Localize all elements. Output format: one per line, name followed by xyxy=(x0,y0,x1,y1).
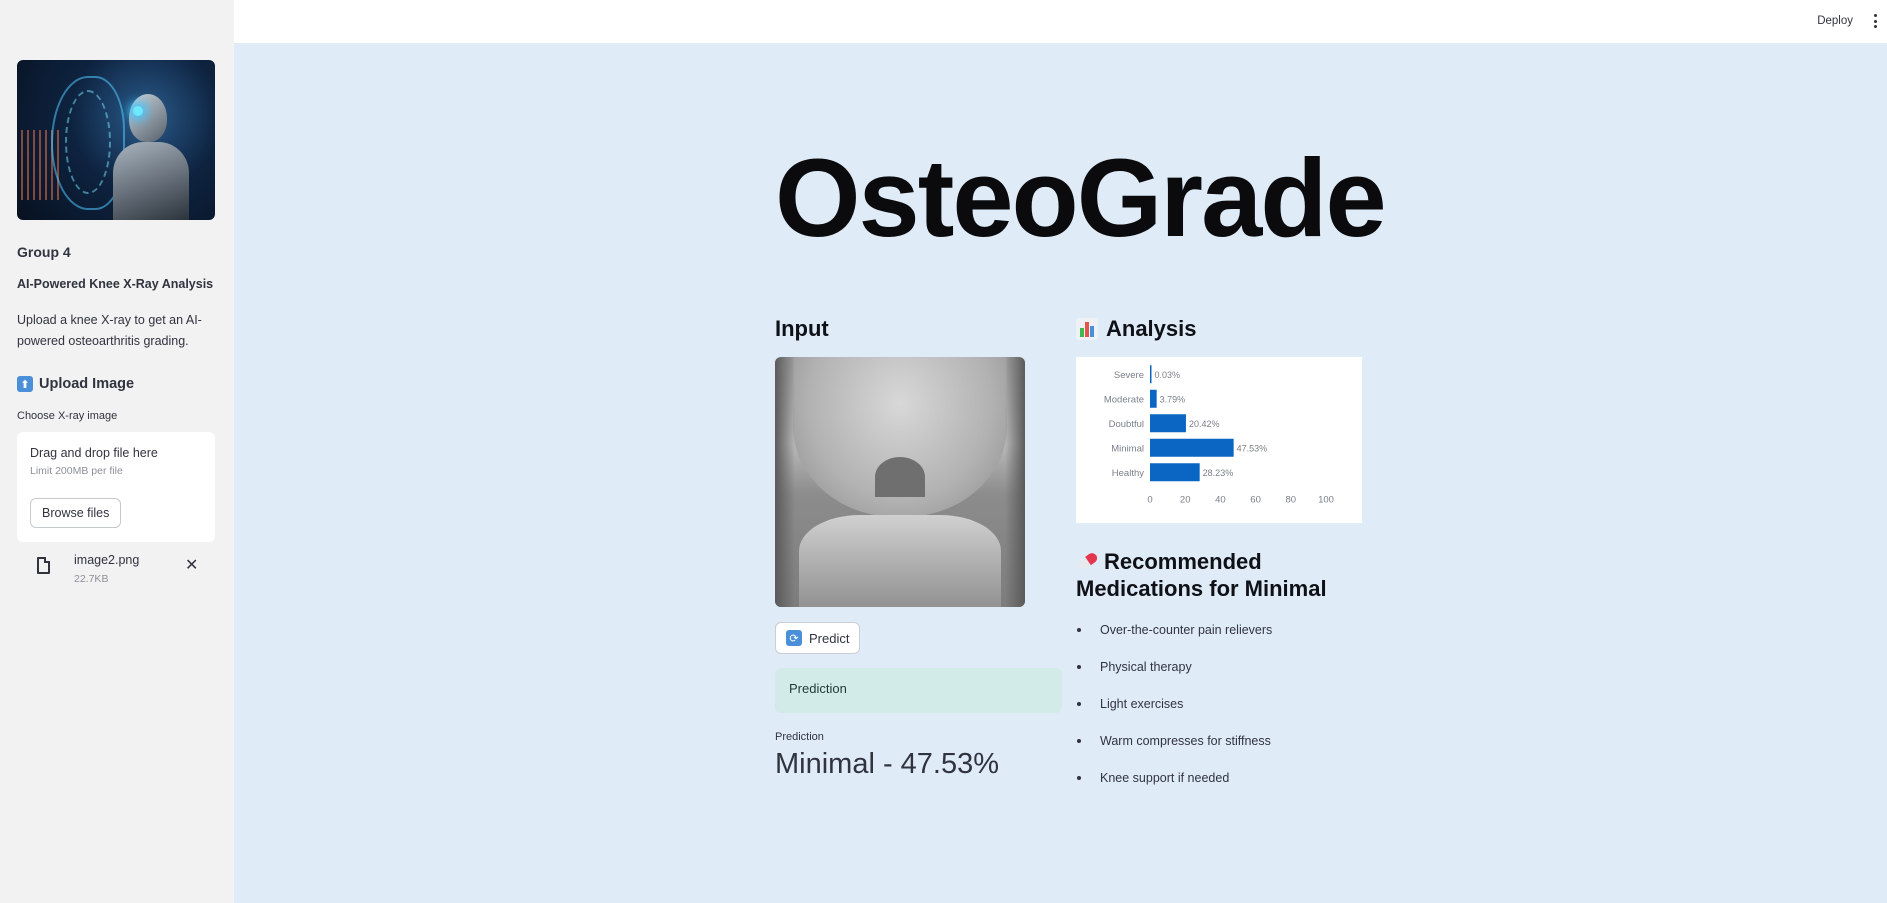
list-item: Knee support if needed xyxy=(1076,768,1272,805)
list-item: Over-the-counter pain relievers xyxy=(1076,620,1272,657)
predict-button-label: Predict xyxy=(809,630,850,646)
bar xyxy=(1150,365,1152,384)
file-dropzone[interactable]: Drag and drop file here Limit 200MB per … xyxy=(17,432,215,542)
top-bar: Deploy xyxy=(234,0,1887,43)
bar xyxy=(1150,463,1200,482)
analysis-heading-label: Analysis xyxy=(1106,316,1197,341)
x-tick-label: 40 xyxy=(1215,495,1226,506)
x-tick-label: 80 xyxy=(1286,495,1297,506)
y-tick-label: Moderate xyxy=(1104,394,1144,405)
data-label: 20.42% xyxy=(1189,419,1220,429)
medications-heading: Recommended Medications for Minimal xyxy=(1076,548,1376,602)
browse-files-button[interactable]: Browse files xyxy=(30,498,122,528)
uploaded-file-row: image2.png 22.7KB ✕ xyxy=(17,552,215,588)
data-label: 28.23% xyxy=(1203,468,1234,478)
prediction-alert: Prediction xyxy=(775,668,1062,713)
list-item: Warm compresses for stiffness xyxy=(1076,731,1272,768)
deploy-button[interactable]: Deploy xyxy=(1817,15,1853,27)
file-icon xyxy=(37,557,50,574)
file-size: 22.7KB xyxy=(74,573,109,585)
probability-chart: Severe 0.03% Moderate 3.79% Doubtful 20.42% Mi… xyxy=(1076,357,1362,523)
upload-heading-label: Upload Image xyxy=(39,376,135,392)
data-label: 47.53% xyxy=(1237,443,1268,453)
x-tick-label: 20 xyxy=(1180,495,1191,506)
bar-chart-icon xyxy=(1076,318,1098,340)
knee-xray-image xyxy=(775,357,1025,607)
ai-robot-banner-image xyxy=(17,60,215,220)
y-tick-label: Doubtful xyxy=(1109,419,1144,430)
sidebar: Group 4 AI-Powered Knee X-Ray Analysis U… xyxy=(0,0,234,903)
data-label: 3.79% xyxy=(1160,394,1186,404)
bar xyxy=(1150,389,1157,408)
file-name: image2.png xyxy=(74,553,140,567)
dropzone-instructions: Drag and drop file here xyxy=(30,446,158,460)
dropzone-limit: Limit 200MB per file xyxy=(30,465,123,477)
x-tick-label: 100 xyxy=(1318,495,1334,506)
analysis-heading: Analysis xyxy=(1076,316,1197,342)
app-subtitle: AI-Powered Knee X-Ray Analysis xyxy=(17,277,214,291)
refresh-icon: ⟳ xyxy=(786,630,802,646)
data-label: 0.03% xyxy=(1155,370,1181,380)
bar xyxy=(1150,438,1234,457)
probability-chart-svg: Severe 0.03% Moderate 3.79% Doubtful 20.42% Mi… xyxy=(1104,365,1334,506)
x-tick-label: 0 xyxy=(1147,495,1152,506)
metric-value: Minimal - 47.53% xyxy=(775,748,1000,780)
more-vert-icon[interactable] xyxy=(1873,14,1877,28)
app-description: Upload a knee X-ray to get an AI-powered… xyxy=(17,313,202,348)
pill-icon xyxy=(1078,553,1098,569)
close-icon[interactable]: ✕ xyxy=(185,558,198,574)
up-arrow-icon: ⬆ xyxy=(17,376,33,392)
medications-list: Over-the-counter pain relievers Physical… xyxy=(1076,620,1272,805)
x-tick-label: 60 xyxy=(1250,495,1261,506)
y-tick-label: Minimal xyxy=(1111,443,1144,454)
group-title: Group 4 xyxy=(17,244,71,260)
upload-heading: ⬆ Upload Image xyxy=(17,376,134,392)
metric-label: Prediction xyxy=(775,731,824,743)
input-heading: Input xyxy=(775,316,829,341)
predict-button[interactable]: ⟳ Predict xyxy=(775,622,861,654)
list-item: Light exercises xyxy=(1076,694,1272,731)
uploader-label: Choose X-ray image xyxy=(17,410,118,422)
y-tick-label: Severe xyxy=(1114,370,1144,381)
y-tick-label: Healthy xyxy=(1112,468,1144,479)
list-item: Physical therapy xyxy=(1076,657,1272,694)
bar xyxy=(1150,414,1186,433)
page-title: OsteoGrade xyxy=(775,137,1387,260)
medications-heading-label: Recommended Medications for Minimal xyxy=(1076,549,1327,601)
